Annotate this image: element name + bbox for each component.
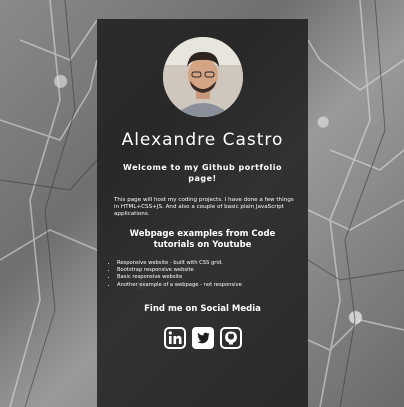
example-link-1[interactable]: Responsive website - built with CSS grid… [117, 260, 304, 267]
example-link-2[interactable]: Bootstrap responsive website [117, 267, 304, 274]
profile-name: Alexandre Castro [121, 130, 284, 150]
social-heading: Find me on Social Media [144, 304, 261, 314]
examples-heading: Webpage examples from Code tutorials on … [129, 229, 276, 250]
example-link-3[interactable]: Basic responsive website [117, 274, 304, 281]
examples-list: Responsive website - built with CSS grid… [105, 260, 304, 289]
profile-card: Alexandre Castro Welcome to my Github po… [97, 19, 308, 407]
github-icon[interactable] [219, 327, 242, 349]
linkedin-icon[interactable] [163, 327, 186, 349]
example-link-4[interactable]: Another example of a webpage - not respo… [117, 282, 304, 289]
twitter-icon[interactable] [191, 327, 214, 349]
avatar [163, 37, 243, 117]
welcome-heading: Welcome to my Github portfolio page! [123, 163, 282, 183]
intro-text: This page will host my coding projects. … [114, 197, 294, 217]
social-icons [97, 327, 308, 349]
